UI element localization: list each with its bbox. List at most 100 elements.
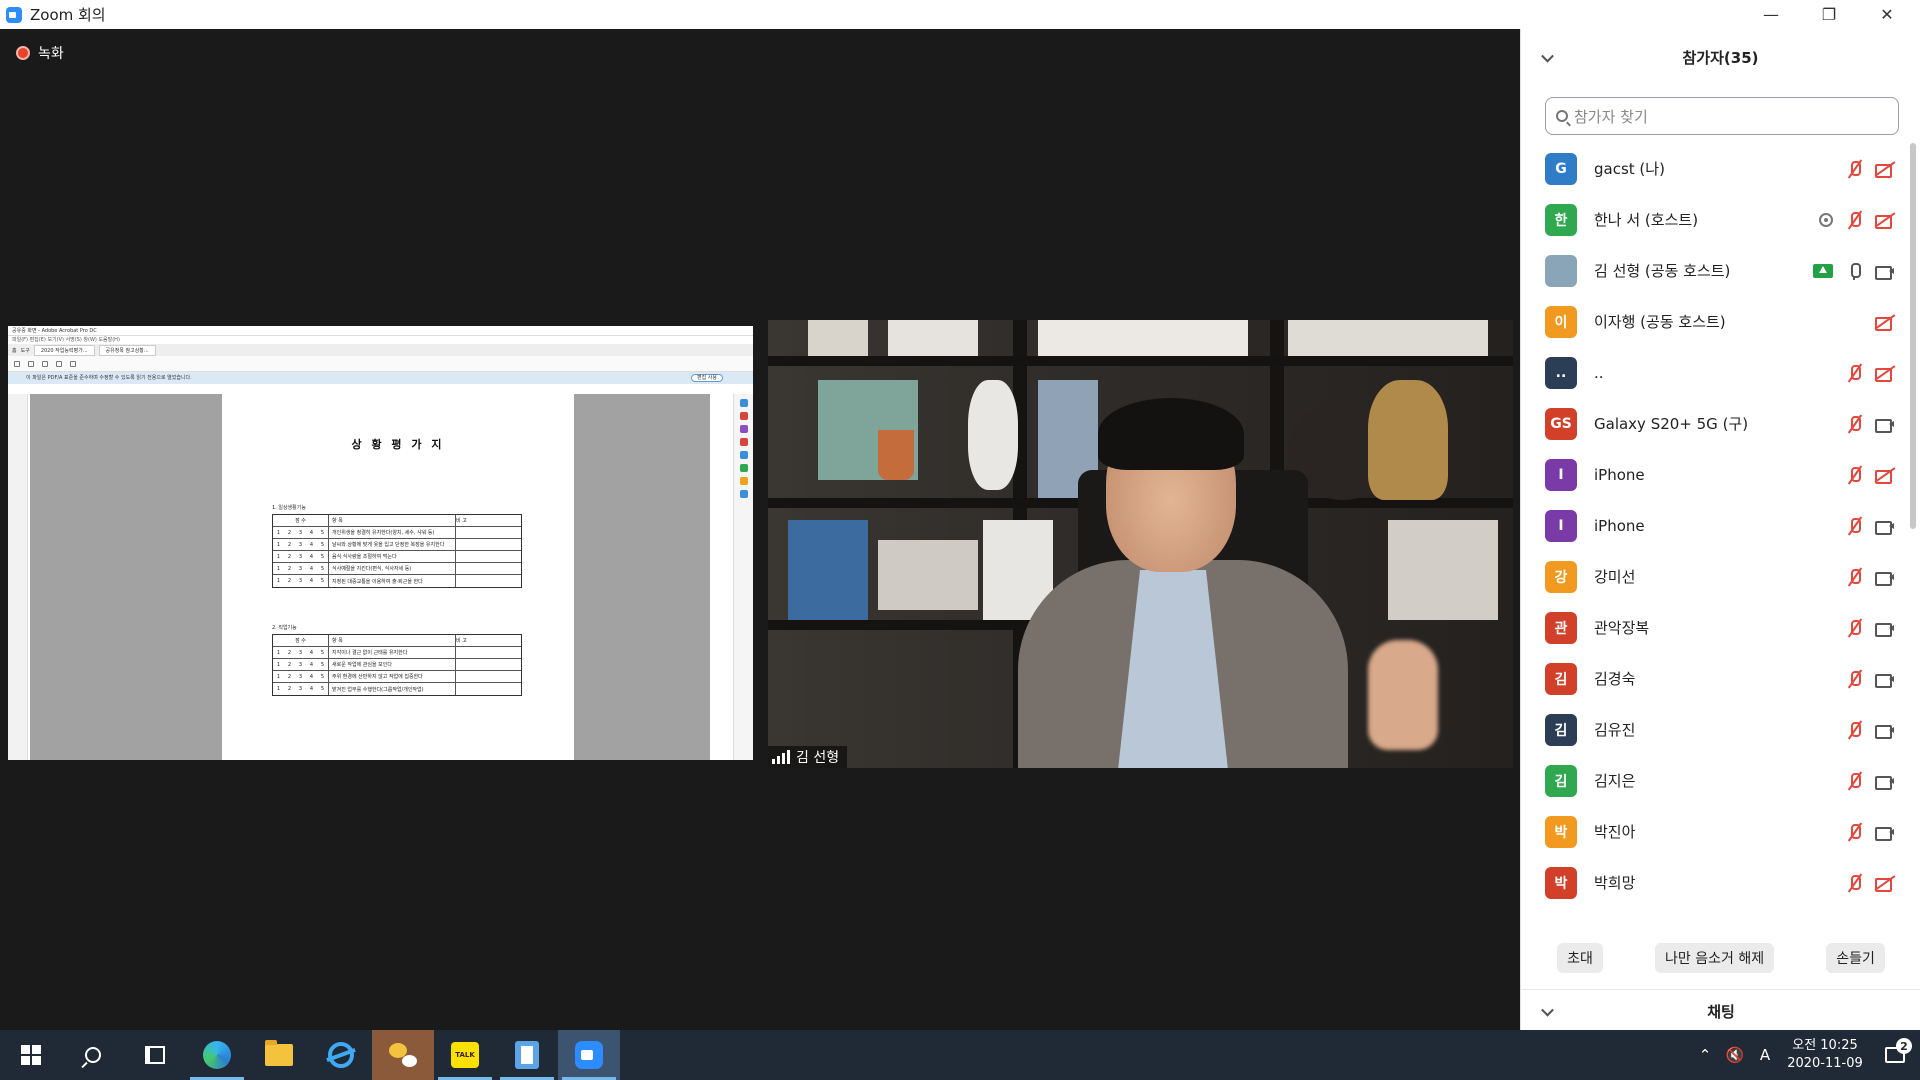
avatar: GS	[1545, 407, 1577, 440]
participant-row[interactable]: 이 이자행 (공동 호스트)	[1521, 296, 1907, 347]
speaker-name: 김 선형	[796, 750, 840, 766]
taskbar-file-explorer[interactable]	[248, 1030, 310, 1080]
taskbar-document-app[interactable]	[496, 1030, 558, 1080]
clock-time: 오전 10:25	[1792, 1038, 1858, 1053]
speaker-name-tag: 김 선형	[768, 746, 848, 768]
collapse-participants-icon[interactable]	[1541, 49, 1554, 63]
score-number: 2	[287, 686, 292, 692]
action-center-button[interactable]: 2	[1870, 1038, 1920, 1063]
acrobat-toolbar	[8, 356, 753, 372]
taskbar-search-button[interactable]	[62, 1030, 124, 1080]
participant-row[interactable]: 김 김유진	[1521, 704, 1907, 755]
item-text: 음식 식사량을 조절하여 먹는다	[329, 551, 456, 562]
participant-row[interactable]: ....	[1521, 347, 1907, 398]
score-number: 3	[298, 529, 303, 536]
participant-search-input[interactable]: 참가자 찾기	[1545, 97, 1899, 135]
chat-header[interactable]: 채팅	[1521, 989, 1920, 1033]
mic-icon	[1845, 262, 1863, 280]
participant-actions: 초대 나만 음소거 해제 손들기	[1521, 933, 1920, 983]
restore-button[interactable]: ❐	[1800, 0, 1858, 29]
score-number: 3	[298, 553, 303, 560]
participant-row[interactable]: 한 한나 서 (호스트)	[1521, 194, 1907, 245]
mic-muted-icon	[1845, 721, 1863, 739]
taskbar-clock[interactable]: 오전 10:25 2020-11-09	[1780, 1037, 1870, 1073]
score-number: 5	[320, 529, 325, 536]
decor-statue	[968, 380, 1018, 490]
video-icon	[1875, 772, 1894, 790]
tray-overflow-button[interactable]: ⌃	[1690, 1046, 1720, 1064]
participant-row[interactable]: IiPhone	[1521, 500, 1907, 551]
participant-row[interactable]: 박 박진아	[1521, 806, 1907, 857]
acrobat-notice-text: 이 파일은 PDF/A 표준을 준수하며 수정할 수 있도록 읽기 전용으로 열…	[26, 375, 192, 381]
avatar: ..	[1545, 356, 1577, 389]
raise-hand-button[interactable]: 손들기	[1826, 943, 1885, 973]
acrobat-notice-bar: 이 파일은 PDF/A 표준을 준수하며 수정할 수 있도록 읽기 전용으로 열…	[8, 372, 753, 384]
section1-table: 점 수 항 목 비 고 1 2 3 4 5 개인위생을 청결히 유지한다(양치, 세수, …	[272, 514, 522, 588]
score-cells: 12345	[273, 683, 329, 695]
volume-button[interactable]: 🔇	[1720, 1046, 1750, 1064]
taskbar-wechat[interactable]	[372, 1030, 434, 1080]
mic-muted-icon	[1845, 364, 1863, 382]
speaker-video-tile[interactable]: 김 선형	[768, 320, 1513, 768]
bookshelf-shelf	[768, 356, 1513, 366]
participant-status-icons	[1845, 568, 1894, 586]
participant-row[interactable]: Ggacst (나)	[1521, 143, 1907, 194]
avatar: 박	[1545, 866, 1577, 899]
collapse-chat-icon[interactable]	[1541, 1003, 1554, 1017]
participant-name: ..	[1594, 363, 1604, 382]
taskbar-edge[interactable]	[186, 1030, 248, 1080]
ime-label: A	[1759, 1046, 1771, 1064]
mic-muted-icon	[1845, 823, 1863, 841]
table-row: 1 2 3 4 5 식사예절을 지킨다(편식, 식사자세 등)	[273, 563, 521, 575]
participant-row[interactable]: GS Galaxy S20+ 5G (구)	[1521, 398, 1907, 449]
close-button[interactable]: ✕	[1858, 0, 1916, 29]
document-app-icon	[515, 1041, 539, 1069]
minimize-button[interactable]: —	[1742, 0, 1800, 29]
score-number: 5	[320, 673, 325, 680]
participant-row[interactable]: 관 관악장복	[1521, 602, 1907, 653]
participants-title: 참가자(35)	[1682, 49, 1759, 67]
score-number: 5	[320, 553, 325, 560]
table-row: 1 2 3 4 5 새로운 작업에 관심을 보인다	[273, 659, 521, 671]
upload-icon	[42, 360, 48, 367]
participant-row[interactable]: 김 선형 (공동 호스트)	[1521, 245, 1907, 296]
taskbar-kakaotalk[interactable]: TALK	[434, 1030, 496, 1080]
score-number: 2	[287, 541, 292, 548]
start-button[interactable]	[0, 1030, 62, 1080]
connection-signal-icon	[772, 750, 790, 764]
participant-name: 강미선	[1594, 568, 1636, 586]
book	[788, 520, 868, 620]
mic-muted-icon	[1845, 415, 1863, 433]
input-method-button[interactable]: A	[1750, 1046, 1780, 1064]
participant-status-icons	[1845, 364, 1893, 382]
search-icon	[85, 1047, 101, 1063]
participant-row[interactable]: 박 박희망	[1521, 857, 1907, 908]
table-row: 1 2 3 4 5 주위 환경에 산만하지 않고 작업에 집중한다	[273, 671, 521, 683]
print-icon	[56, 360, 62, 367]
task-view-button[interactable]	[124, 1030, 186, 1080]
acrobat-tab-home: 홈	[12, 347, 17, 354]
participant-row[interactable]: 김 김경숙	[1521, 653, 1907, 704]
invite-button[interactable]: 초대	[1557, 943, 1603, 973]
video-off-icon	[1875, 466, 1893, 484]
participant-row[interactable]: 김 김지은	[1521, 755, 1907, 806]
bookmark-icon	[28, 360, 34, 367]
volume-muted-icon: 🔇	[1725, 1046, 1745, 1064]
participant-name: 김 선형 (공동 호스트)	[1594, 262, 1731, 280]
participant-row[interactable]: 강 강미선	[1521, 551, 1907, 602]
section2-table: 점 수 항 목 비 고 1 2 3 4 5 지각이나 결근 없이 근태를 유지한다 1 2 3 4…	[272, 634, 522, 696]
participant-status-icons	[1845, 619, 1894, 637]
participant-row[interactable]: IiPhone	[1521, 449, 1907, 500]
shared-screen-tile[interactable]: 공유중 화면 - Adobe Acrobat Pro DC 파일(F) 편집(E…	[8, 326, 753, 760]
tool-icon	[739, 464, 748, 472]
participant-list-scrollbar[interactable]	[1910, 143, 1916, 529]
taskbar-internet-explorer[interactable]	[310, 1030, 372, 1080]
unmute-me-button[interactable]: 나만 음소거 해제	[1655, 943, 1775, 973]
participant-name: 김경숙	[1594, 670, 1636, 688]
score-number: 1	[276, 553, 281, 560]
participant-status-icons	[1845, 160, 1893, 178]
taskbar-zoom[interactable]	[558, 1030, 620, 1080]
score-number: 4	[309, 649, 314, 656]
recording-indicator[interactable]: 녹화	[16, 43, 64, 63]
score-cells: 12345	[273, 563, 329, 574]
